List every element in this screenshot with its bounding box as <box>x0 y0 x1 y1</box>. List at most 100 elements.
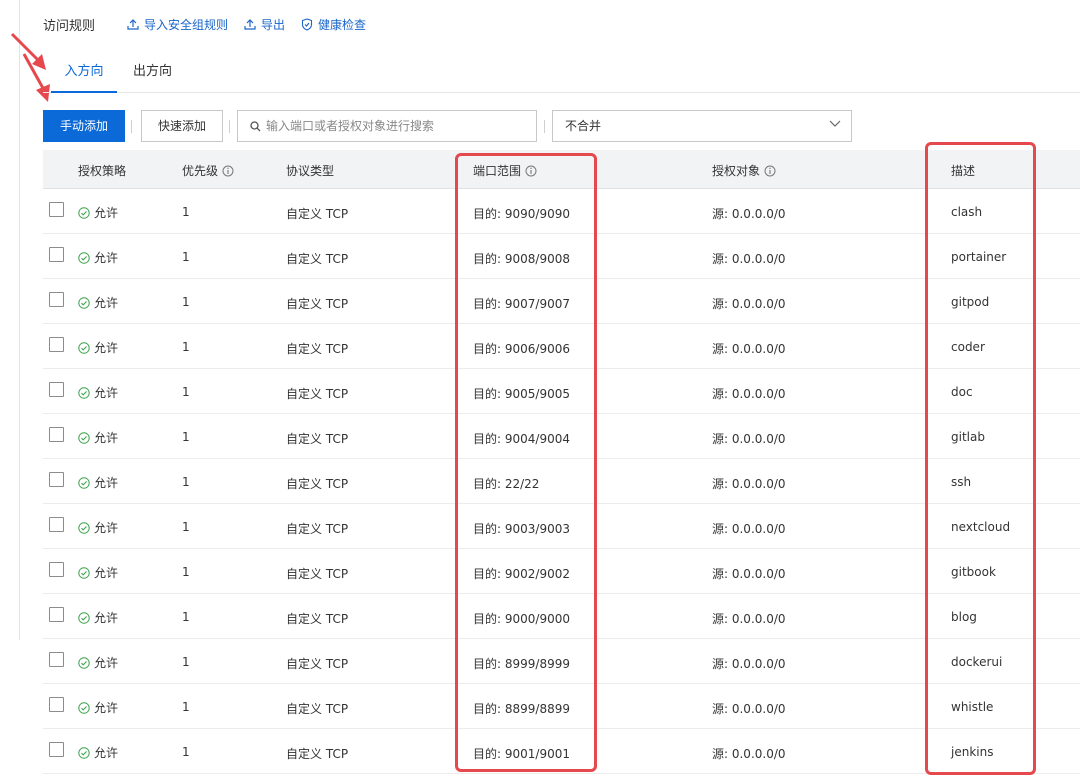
check-circle-icon <box>78 431 90 444</box>
row-checkbox[interactable] <box>49 292 64 307</box>
table-row: 允许 1 自定义 TCP 目的: 8899/8899 源: 0.0.0.0/0 whist… <box>43 684 1080 729</box>
protocol-cell: 自定义 TCP <box>286 342 349 356</box>
row-checkbox[interactable] <box>49 517 64 532</box>
policy-label: 允许 <box>94 611 119 625</box>
auth-object-cell: 源: 0.0.0.0/0 <box>712 432 786 446</box>
row-checkbox[interactable] <box>49 697 64 712</box>
row-checkbox[interactable] <box>49 472 64 487</box>
row-checkbox[interactable] <box>49 382 64 397</box>
check-circle-icon <box>78 566 90 579</box>
merge-select-value: 不合并 <box>565 119 602 133</box>
protocol-cell: 自定义 TCP <box>286 612 349 626</box>
policy-label: 允许 <box>94 656 119 670</box>
priority-cell: 1 <box>182 340 190 354</box>
policy-cell: 允许 <box>78 519 118 536</box>
info-icon[interactable] <box>764 165 776 177</box>
description-cell: jenkins <box>951 745 994 759</box>
import-rules-link[interactable]: 导入安全组规则 <box>127 16 228 33</box>
policy-label: 允许 <box>94 206 119 220</box>
table-header: 授权策略 优先级 协议类型 端口范围 授权对象 描述 <box>43 150 1080 189</box>
search-box[interactable] <box>237 110 537 142</box>
port-range-cell: 目的: 9008/9008 <box>473 252 570 266</box>
col-header-priority: 优先级 <box>182 162 234 179</box>
rules-table-body: 允许 1 自定义 TCP 目的: 9090/9090 源: 0.0.0.0/0 clash… <box>43 189 1080 774</box>
check-circle-icon <box>78 521 90 534</box>
check-circle-icon <box>78 206 90 219</box>
protocol-cell: 自定义 TCP <box>286 747 349 761</box>
policy-label: 允许 <box>94 521 119 535</box>
policy-cell: 允许 <box>78 474 118 491</box>
priority-cell: 1 <box>182 430 190 444</box>
check-circle-icon <box>78 701 90 714</box>
col-header-auth-object: 授权对象 <box>712 162 776 179</box>
priority-cell: 1 <box>182 655 190 669</box>
row-checkbox[interactable] <box>49 562 64 577</box>
info-icon[interactable] <box>525 165 537 177</box>
row-checkbox[interactable] <box>49 202 64 217</box>
manual-add-button[interactable]: 手动添加 <box>43 110 125 142</box>
policy-cell: 允许 <box>78 204 118 221</box>
table-row: 允许 1 自定义 TCP 目的: 9004/9004 源: 0.0.0.0/0 gitla… <box>43 414 1080 459</box>
row-checkbox[interactable] <box>49 247 64 262</box>
table-row: 允许 1 自定义 TCP 目的: 9001/9001 源: 0.0.0.0/0 jenki… <box>43 729 1080 774</box>
priority-cell: 1 <box>182 745 190 759</box>
check-circle-icon <box>78 746 90 759</box>
auth-object-cell: 源: 0.0.0.0/0 <box>712 522 786 536</box>
policy-cell: 允许 <box>78 564 118 581</box>
info-icon[interactable] <box>222 165 234 177</box>
export-icon <box>244 19 256 30</box>
port-range-cell: 目的: 8899/8899 <box>473 702 570 716</box>
chevron-down-icon <box>829 120 841 127</box>
table-row: 允许 1 自定义 TCP 目的: 9007/9007 源: 0.0.0.0/0 gitpo… <box>43 279 1080 324</box>
description-cell: gitpod <box>951 295 990 309</box>
description-cell: dockerui <box>951 655 1003 669</box>
export-link[interactable]: 导出 <box>244 16 285 33</box>
auth-object-cell: 源: 0.0.0.0/0 <box>712 387 786 401</box>
auth-object-cell: 源: 0.0.0.0/0 <box>712 477 786 491</box>
upload-icon <box>127 19 139 30</box>
policy-cell: 允许 <box>78 384 118 401</box>
row-checkbox[interactable] <box>49 427 64 442</box>
policy-label: 允许 <box>94 566 119 580</box>
row-checkbox[interactable] <box>49 607 64 622</box>
auth-object-cell: 源: 0.0.0.0/0 <box>712 657 786 671</box>
priority-cell: 1 <box>182 205 190 219</box>
table-row: 允许 1 自定义 TCP 目的: 8999/8999 源: 0.0.0.0/0 docke… <box>43 639 1080 684</box>
check-circle-icon <box>78 656 90 669</box>
priority-cell: 1 <box>182 610 190 624</box>
port-range-cell: 目的: 9002/9002 <box>473 567 570 581</box>
health-check-label: 健康检查 <box>318 17 367 32</box>
policy-label: 允许 <box>94 386 119 400</box>
page-title: 访问规则 <box>43 18 96 34</box>
auth-object-cell: 源: 0.0.0.0/0 <box>712 207 786 221</box>
auth-object-cell: 源: 0.0.0.0/0 <box>712 612 786 626</box>
policy-label: 允许 <box>94 701 119 715</box>
row-checkbox[interactable] <box>49 652 64 667</box>
tab-outbound[interactable]: 出方向 <box>133 58 172 93</box>
auth-object-cell: 源: 0.0.0.0/0 <box>712 747 786 761</box>
description-cell: gitlab <box>951 430 985 444</box>
check-circle-icon <box>78 386 90 399</box>
page-header: 访问规则 导入安全组规则 导出 健康检查 <box>43 14 382 34</box>
port-range-cell: 目的: 9003/9003 <box>473 522 570 536</box>
port-range-cell: 目的: 9007/9007 <box>473 297 570 311</box>
toolbar-divider <box>544 120 545 133</box>
quick-add-button[interactable]: 快速添加 <box>141 110 223 142</box>
priority-cell: 1 <box>182 475 190 489</box>
row-checkbox[interactable] <box>49 337 64 352</box>
merge-select[interactable]: 不合并 <box>552 110 852 142</box>
health-check-link[interactable]: 健康检查 <box>301 16 366 33</box>
table-row: 允许 1 自定义 TCP 目的: 9006/9006 源: 0.0.0.0/0 coder <box>43 324 1080 369</box>
description-cell: whistle <box>951 700 994 714</box>
policy-label: 允许 <box>94 296 119 310</box>
toolbar-divider <box>131 120 132 133</box>
table-row: 允许 1 自定义 TCP 目的: 22/22 源: 0.0.0.0/0 ssh <box>43 459 1080 504</box>
tab-inbound[interactable]: 入方向 <box>51 58 117 93</box>
table-row: 允许 1 自定义 TCP 目的: 9090/9090 源: 0.0.0.0/0 clash <box>43 189 1080 234</box>
search-input[interactable] <box>266 119 526 133</box>
row-checkbox[interactable] <box>49 742 64 757</box>
table-row: 允许 1 自定义 TCP 目的: 9000/9000 源: 0.0.0.0/0 blog <box>43 594 1080 639</box>
protocol-cell: 自定义 TCP <box>286 477 349 491</box>
col-header-protocol: 协议类型 <box>286 164 335 178</box>
port-range-cell: 目的: 9005/9005 <box>473 387 570 401</box>
